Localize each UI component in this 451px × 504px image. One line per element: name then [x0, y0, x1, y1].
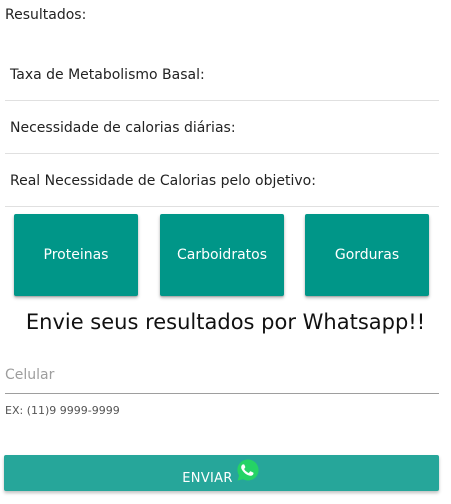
phone-helper-text: EX: (11)9 9999-9999: [5, 404, 120, 417]
fats-button[interactable]: Gorduras: [305, 214, 429, 296]
goal-calories-row: Real Necessidade de Calorias pelo objeti…: [5, 154, 439, 207]
carbs-button[interactable]: Carboidratos: [160, 214, 284, 296]
daily-calories-row: Necessidade de calorias diárias:: [5, 101, 439, 154]
fats-button-label: Gorduras: [334, 247, 400, 263]
phone-input[interactable]: [5, 356, 439, 394]
bmr-label: Taxa de Metabolismo Basal:: [10, 67, 205, 83]
results-page: Resultados: Taxa de Metabolismo Basal: N…: [0, 0, 451, 504]
whatsapp-section-title: Envie seus resultados por Whatsapp!!: [25, 310, 426, 334]
daily-calories-label: Necessidade de calorias diárias:: [10, 120, 236, 136]
results-heading: Resultados:: [5, 7, 87, 23]
proteins-button-label: Proteinas: [43, 247, 109, 263]
goal-calories-label: Real Necessidade de Calorias pelo objeti…: [10, 173, 316, 189]
whatsapp-icon: [237, 459, 259, 481]
send-whatsapp-button[interactable]: ENVIAR: [4, 455, 439, 491]
carbs-button-label: Carboidratos: [176, 247, 268, 263]
proteins-button[interactable]: Proteinas: [14, 214, 138, 296]
send-button-label: ENVIAR: [182, 470, 233, 486]
bmr-row: Taxa de Metabolismo Basal:: [5, 48, 439, 101]
